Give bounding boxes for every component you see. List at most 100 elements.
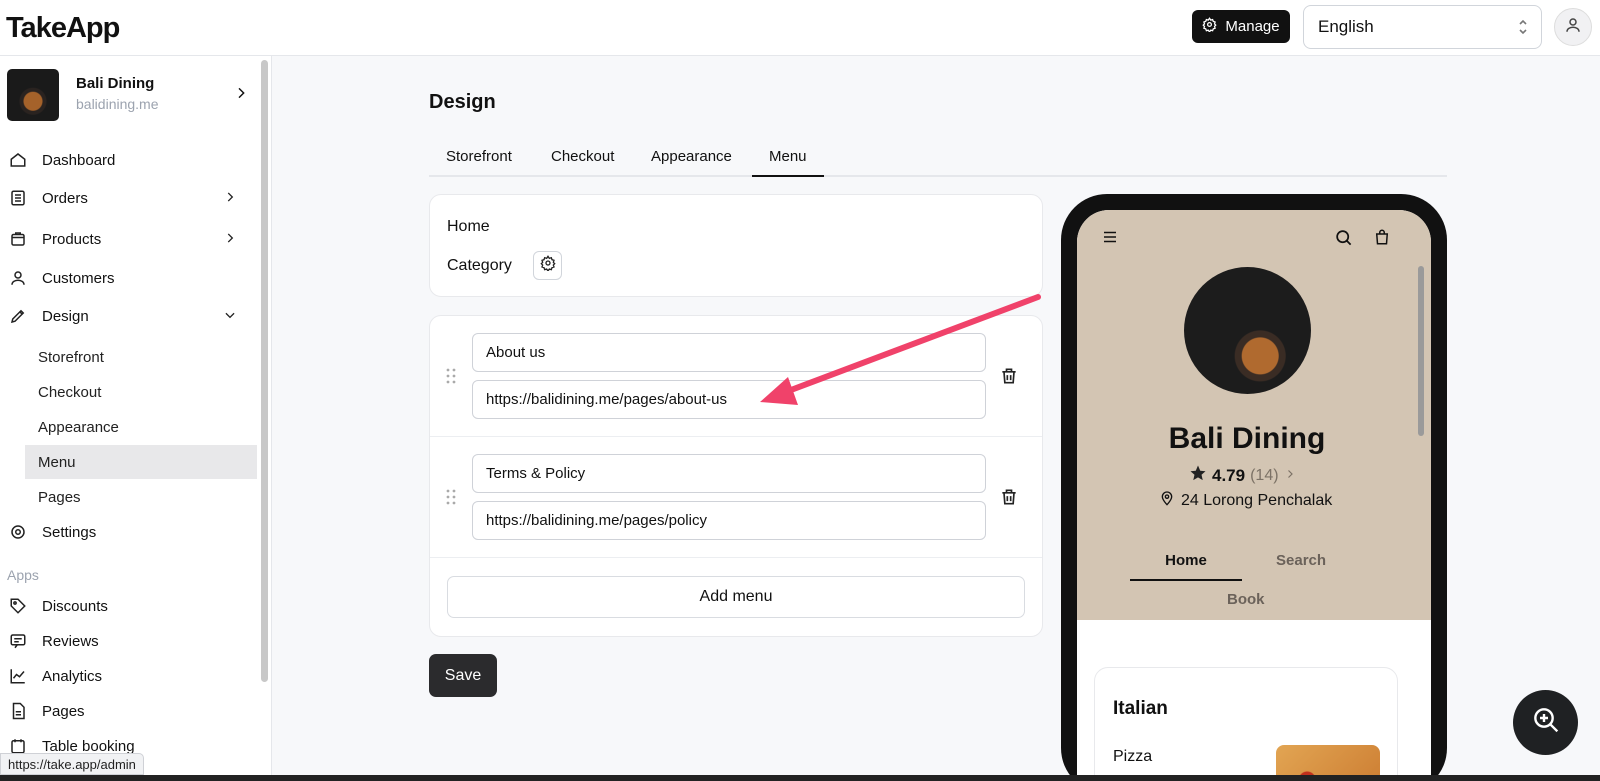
hamburger-menu-icon[interactable]	[1101, 228, 1119, 251]
bag-icon	[9, 230, 27, 248]
star-icon	[1189, 464, 1207, 487]
sidebar-item-orders[interactable]: Orders	[9, 182, 249, 214]
user-icon	[9, 269, 27, 287]
sidebar-item-label: Products	[42, 230, 102, 248]
preview-scrollbar[interactable]	[1418, 266, 1424, 436]
user-icon	[1564, 16, 1582, 39]
home-icon	[9, 151, 27, 169]
trash-icon[interactable]	[999, 366, 1019, 391]
home-label: Home	[447, 218, 490, 235]
search-icon[interactable]	[1334, 228, 1353, 252]
language-select[interactable]: English	[1303, 5, 1542, 49]
manage-label: Manage	[1225, 18, 1280, 35]
page-title: Design	[429, 91, 496, 113]
category-settings-button[interactable]	[533, 251, 562, 280]
zoom-assistant-button[interactable]	[1513, 690, 1578, 755]
preview-rating[interactable]: 4.79 (14)	[1189, 464, 1296, 487]
add-menu-button[interactable]: Add menu	[447, 576, 1025, 618]
menu-item-url-input[interactable]: https://balidining.me/pages/policy	[472, 501, 986, 540]
gear-icon	[9, 523, 27, 541]
preview-address: 24 Lorong Penchalak	[1159, 490, 1332, 511]
tab-menu[interactable]: Menu	[752, 148, 824, 177]
manage-button[interactable]: Manage	[1192, 10, 1290, 43]
preview-tab-home[interactable]: Home	[1130, 552, 1242, 581]
tab-storefront[interactable]: Storefront	[446, 148, 512, 177]
shopping-bag-icon[interactable]	[1373, 228, 1391, 251]
sidebar-subitem-storefront[interactable]: Storefront	[25, 340, 257, 374]
drag-handle-icon[interactable]	[446, 489, 456, 510]
pen-icon	[9, 307, 27, 325]
preview-tab-search[interactable]: Search	[1276, 552, 1326, 569]
status-url-tooltip: https://take.app/admin	[0, 753, 144, 775]
sidebar-item-design[interactable]: Design	[9, 300, 249, 332]
sidebar-item-customers[interactable]: Customers	[9, 262, 249, 294]
address-text: 24 Lorong Penchalak	[1181, 491, 1333, 509]
user-avatar-button[interactable]	[1554, 8, 1592, 46]
sidebar-item-analytics[interactable]: Analytics	[9, 660, 249, 692]
store-switcher[interactable]: Bali Dining balidining.me	[7, 69, 257, 121]
bottom-dock-edge	[0, 775, 1600, 781]
product-name[interactable]: Pizza	[1113, 748, 1152, 766]
map-pin-icon	[1159, 490, 1175, 511]
preview-store-name: Bali Dining	[1168, 422, 1326, 455]
sidebar-item-label: Table booking	[42, 737, 135, 755]
sidebar-item-products[interactable]: Products	[9, 223, 249, 255]
takeapp-logo[interactable]: TakeApp	[6, 12, 120, 45]
chevron-right-icon	[233, 85, 249, 106]
store-avatar	[1184, 267, 1311, 394]
sidebar-item-label: Customers	[42, 269, 115, 287]
store-thumbnail	[7, 69, 59, 121]
sidebar-item-label: Discounts	[42, 597, 108, 615]
chart-icon	[9, 667, 27, 685]
gear-icon	[1202, 17, 1218, 36]
sidebar-item-label: Design	[42, 307, 89, 325]
menu-item-url-input[interactable]: https://balidining.me/pages/about-us	[472, 380, 986, 419]
chevron-right-icon	[1284, 467, 1296, 485]
apps-section-label: Apps	[7, 567, 39, 583]
design-tabs: Storefront Checkout Appearance Menu	[429, 139, 1447, 177]
review-count: (14)	[1250, 466, 1279, 484]
tag-icon	[9, 597, 27, 615]
drag-handle-icon[interactable]	[446, 368, 456, 389]
gear-icon	[539, 255, 556, 276]
sidebar-item-label: Pages	[42, 702, 85, 720]
rating-value: 4.79	[1212, 465, 1246, 485]
message-icon	[9, 632, 27, 650]
sidebar-item-dashboard[interactable]: Dashboard	[9, 144, 249, 176]
top-header: TakeApp Manage English	[0, 0, 1600, 56]
sidebar-item-label: Settings	[42, 523, 97, 541]
sidebar: Bali Dining balidining.me Dashboard Orde…	[0, 56, 272, 781]
phone-preview-screen: Bali Dining 4.79 (14) 24 Lorong Penchala…	[1077, 210, 1431, 781]
sidebar-scrollbar[interactable]	[261, 60, 268, 682]
sidebar-subitem-appearance[interactable]: Appearance	[25, 410, 257, 444]
sidebar-item-label: Analytics	[42, 667, 103, 685]
sidebar-item-label: Dashboard	[42, 151, 116, 169]
category-card: Italian Pizza	[1094, 667, 1398, 781]
sidebar-item-settings[interactable]: Settings	[9, 516, 249, 548]
sidebar-item-pages[interactable]: Pages	[9, 695, 249, 727]
sidebar-subitem-pages[interactable]: Pages	[25, 480, 257, 514]
sidebar-item-reviews[interactable]: Reviews	[9, 625, 249, 657]
sidebar-item-label: Reviews	[42, 632, 99, 650]
save-button[interactable]: Save	[429, 654, 497, 697]
row-divider	[430, 557, 1042, 558]
updown-chevron-icon	[1517, 17, 1529, 42]
tab-checkout[interactable]: Checkout	[551, 148, 614, 177]
category-label: Category	[447, 257, 512, 274]
language-value: English	[1318, 17, 1374, 36]
menu-item-label-input[interactable]: Terms & Policy	[472, 454, 986, 493]
chevron-down-icon	[223, 308, 237, 326]
chevron-right-icon	[223, 190, 237, 208]
sidebar-subitem-menu[interactable]: Menu	[25, 445, 257, 479]
list-icon	[9, 189, 27, 207]
preview-tab-book[interactable]: Book	[1227, 591, 1265, 608]
trash-icon[interactable]	[999, 487, 1019, 512]
menu-item-label-input[interactable]: About us	[472, 333, 986, 372]
sidebar-subitem-checkout[interactable]: Checkout	[25, 375, 257, 409]
store-url: balidining.me	[76, 96, 159, 112]
row-divider	[430, 436, 1042, 437]
sidebar-item-label: Orders	[42, 189, 88, 207]
tab-appearance[interactable]: Appearance	[651, 148, 732, 177]
sidebar-item-discounts[interactable]: Discounts	[9, 590, 249, 622]
magnifier-sparkle-icon	[1530, 704, 1562, 741]
